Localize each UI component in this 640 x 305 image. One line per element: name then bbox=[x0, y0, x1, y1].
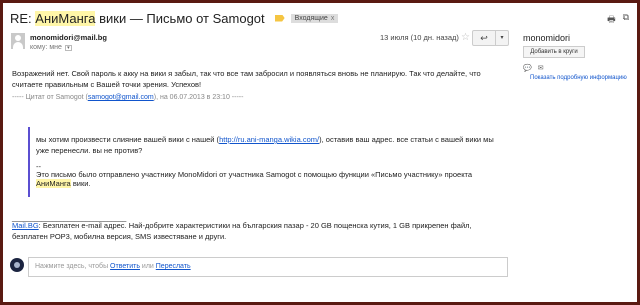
quote-email-link[interactable]: samogot@gmail.com bbox=[88, 94, 154, 101]
forward-link[interactable]: Переслать bbox=[156, 263, 191, 270]
inbox-label[interactable]: Входящие x bbox=[290, 13, 339, 23]
top-actions: 🖶 ⧉ bbox=[607, 12, 629, 28]
mailbg-link[interactable]: Mail.BG bbox=[12, 221, 39, 230]
reply-icon: ↩ bbox=[480, 33, 488, 43]
wiki-link[interactable]: http://ru.ani-manga.wikia.com/ bbox=[219, 135, 319, 144]
print-icon[interactable]: 🖶 bbox=[607, 12, 616, 28]
sender-email[interactable]: monomidori@mail.bg bbox=[30, 33, 107, 42]
star-icon[interactable]: ☆ bbox=[461, 32, 470, 43]
recipient-row: кому: мне ▾ bbox=[30, 44, 72, 51]
chat-icon[interactable]: 💬 bbox=[523, 64, 532, 72]
signature: Mail.BG: Безплатен e-mail адрес. Най-доб… bbox=[12, 221, 472, 241]
reply-box[interactable]: Нажмите здесь, чтобы Ответить или Пересл… bbox=[28, 257, 508, 277]
remove-label-icon[interactable]: x bbox=[331, 15, 335, 22]
message-date: 13 июля (10 дн. назад) bbox=[380, 33, 459, 42]
add-to-circles-button[interactable]: Добавить в круги bbox=[523, 46, 585, 58]
contact-name: monomidori bbox=[523, 33, 571, 43]
sender-avatar bbox=[11, 33, 25, 49]
quote-paragraph: мы хотим произвести слияние вашей вики с… bbox=[36, 135, 494, 155]
subject-highlight: АниМанга bbox=[35, 10, 96, 26]
email-window: RE: АниМанга вики — Письмо от Samogot Вх… bbox=[3, 3, 637, 302]
quote-footer: Это письмо было отправлено участнику Mon… bbox=[36, 170, 473, 188]
more-options-button[interactable]: ▾ bbox=[496, 30, 509, 46]
new-window-icon[interactable]: ⧉ bbox=[623, 12, 629, 28]
quote-header: ----- Цитат от Samogot (samogot@gmail.co… bbox=[12, 94, 244, 101]
show-details-icon[interactable]: ▾ bbox=[64, 44, 72, 51]
message-body: Возражений нет. Свой пароль к акку на ви… bbox=[12, 69, 481, 89]
important-marker-icon[interactable] bbox=[274, 14, 285, 22]
email-icon[interactable]: ✉ bbox=[538, 64, 544, 72]
reply-button[interactable]: ↩ bbox=[472, 30, 496, 46]
subject-row: RE: АниМанга вики — Письмо от Samogot Вх… bbox=[10, 8, 339, 28]
show-details-link[interactable]: Показать подробную информацию bbox=[530, 75, 627, 81]
user-avatar bbox=[10, 258, 24, 272]
email-subject: RE: АниМанга вики — Письмо от Samogot bbox=[10, 10, 265, 26]
reply-link[interactable]: Ответить bbox=[110, 263, 140, 270]
contact-actions: 💬 ✉ bbox=[523, 64, 544, 72]
